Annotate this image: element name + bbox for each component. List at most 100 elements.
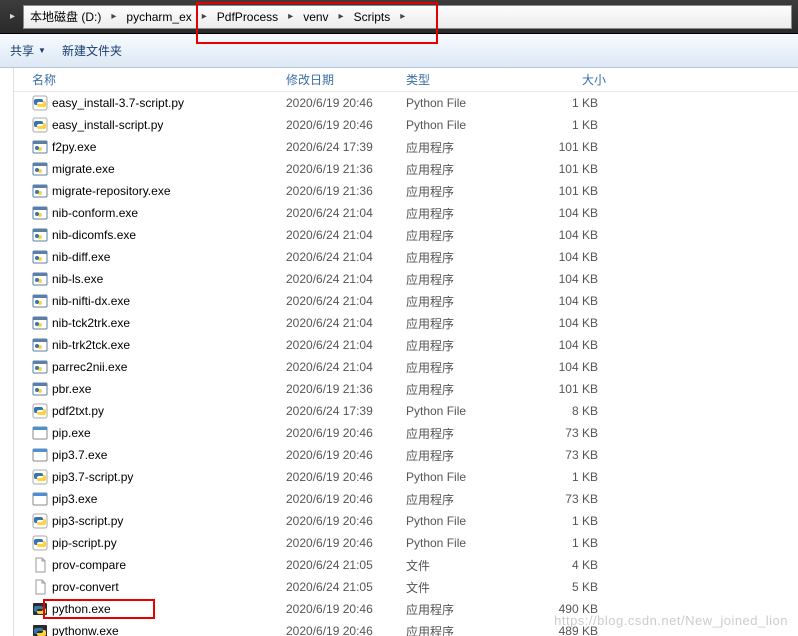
file-row[interactable]: easy_install-3.7-script.py2020/6/19 20:4… xyxy=(14,92,798,114)
pyexe-icon xyxy=(32,601,48,617)
file-row[interactable]: nib-ls.exe2020/6/24 21:04应用程序104 KB xyxy=(14,268,798,290)
file-date-cell: 2020/6/19 20:46 xyxy=(286,536,406,550)
exe-icon xyxy=(32,315,48,331)
file-name-cell: pythonw.exe xyxy=(32,623,286,636)
file-name-cell: migrate-repository.exe xyxy=(32,183,286,199)
chevron-right-icon[interactable]: ▸ xyxy=(284,11,297,22)
file-row[interactable]: pip.exe2020/6/19 20:46应用程序73 KB xyxy=(14,422,798,444)
file-row[interactable]: prov-compare2020/6/24 21:05文件4 KB xyxy=(14,554,798,576)
file-size-cell: 4 KB xyxy=(516,558,606,572)
file-name-cell: f2py.exe xyxy=(32,139,286,155)
file-row[interactable]: parrec2nii.exe2020/6/24 21:04应用程序104 KB xyxy=(14,356,798,378)
file-name-cell: nib-dicomfs.exe xyxy=(32,227,286,243)
file-size-cell: 489 KB xyxy=(516,624,606,636)
file-name-cell: nib-ls.exe xyxy=(32,271,286,287)
column-header-size[interactable]: 大小 xyxy=(516,71,606,88)
breadcrumb-item[interactable]: 本地磁盘 (D:) xyxy=(24,6,107,28)
file-list: easy_install-3.7-script.py 2020/6/19 20:4… xyxy=(14,92,798,636)
file-size-cell: 1 KB xyxy=(516,514,606,528)
breadcrumb-item[interactable]: venv xyxy=(297,6,334,28)
chevron-down-icon: ▼ xyxy=(38,46,46,55)
file-size-cell: 1 KB xyxy=(516,118,606,132)
file-date-cell: 2020/6/19 20:46 xyxy=(286,624,406,636)
file-date-cell: 2020/6/24 21:04 xyxy=(286,272,406,286)
file-type-cell: 应用程序 xyxy=(406,205,516,222)
file-row[interactable]: nib-nifti-dx.exe2020/6/24 21:04应用程序104 K… xyxy=(14,290,798,312)
file-row[interactable]: migrate-repository.exe2020/6/19 21:36应用程… xyxy=(14,180,798,202)
file-size-cell: 101 KB xyxy=(516,184,606,198)
file-type-cell: 应用程序 xyxy=(406,337,516,354)
file-row[interactable]: nib-diff.exe2020/6/24 21:04应用程序104 KB xyxy=(14,246,798,268)
file-size-cell: 73 KB xyxy=(516,492,606,506)
file-type-cell: Python File xyxy=(406,118,516,132)
breadcrumb-item[interactable]: pycharm_ex xyxy=(120,6,197,28)
file-size-cell: 73 KB xyxy=(516,448,606,462)
file-name-cell: python.exe xyxy=(32,601,286,617)
file-name-label: pip3.exe xyxy=(52,492,97,506)
exe-icon xyxy=(32,381,48,397)
file-row[interactable]: python.exe2020/6/19 20:46应用程序490 KB xyxy=(14,598,798,620)
content-area: 名称 修改日期 类型 大小 easy_install-3.7-script.py… xyxy=(0,68,798,636)
file-type-cell: Python File xyxy=(406,536,516,550)
file-row[interactable]: pip3.exe2020/6/19 20:46应用程序73 KB xyxy=(14,488,798,510)
file-name-cell: nib-tck2trk.exe xyxy=(32,315,286,331)
new-folder-button[interactable]: 新建文件夹 xyxy=(62,42,122,59)
file-type-cell: 应用程序 xyxy=(406,315,516,332)
exe-icon xyxy=(32,337,48,353)
column-header-date[interactable]: 修改日期 xyxy=(286,71,406,88)
file-row[interactable]: pip-script.py2020/6/19 20:46Python File1… xyxy=(14,532,798,554)
file-type-cell: 应用程序 xyxy=(406,183,516,200)
file-row[interactable]: nib-dicomfs.exe2020/6/24 21:04应用程序104 KB xyxy=(14,224,798,246)
breadcrumb-item[interactable]: Scripts xyxy=(348,6,397,28)
chevron-right-icon[interactable]: ▸ xyxy=(335,11,348,22)
file-row[interactable]: nib-trk2tck.exe2020/6/24 21:04应用程序104 KB xyxy=(14,334,798,356)
chevron-right-icon[interactable]: ▸ xyxy=(396,11,409,22)
file-row[interactable]: nib-tck2trk.exe2020/6/24 21:04应用程序104 KB xyxy=(14,312,798,334)
file-name-cell: prov-convert xyxy=(32,579,286,595)
file-type-cell: Python File xyxy=(406,96,516,110)
file-row[interactable]: pdf2txt.py2020/6/24 17:39Python File8 KB xyxy=(14,400,798,422)
chevron-right-icon[interactable]: ▸ xyxy=(107,11,120,22)
file-size-cell: 104 KB xyxy=(516,228,606,242)
file-row[interactable]: nib-conform.exe2020/6/24 21:04应用程序104 KB xyxy=(14,202,798,224)
file-size-cell: 104 KB xyxy=(516,338,606,352)
exe-icon xyxy=(32,183,48,199)
exe-icon xyxy=(32,205,48,221)
file-date-cell: 2020/6/19 21:36 xyxy=(286,162,406,176)
file-name-cell: easy_install-script.py xyxy=(32,117,286,133)
file-name-cell: pip3.7-script.py xyxy=(32,469,286,485)
share-button[interactable]: 共享 ▼ xyxy=(10,42,46,59)
file-type-cell: 应用程序 xyxy=(406,227,516,244)
file-row[interactable]: prov-convert2020/6/24 21:05文件5 KB xyxy=(14,576,798,598)
file-row[interactable]: easy_install-script.py2020/6/19 20:46Pyt… xyxy=(14,114,798,136)
column-header-name[interactable]: 名称 xyxy=(32,71,286,88)
file-date-cell: 2020/6/19 20:46 xyxy=(286,426,406,440)
file-name-cell: pip3-script.py xyxy=(32,513,286,529)
file-date-cell: 2020/6/24 21:04 xyxy=(286,360,406,374)
file-type-cell: 应用程序 xyxy=(406,293,516,310)
file-name-cell: nib-trk2tck.exe xyxy=(32,337,286,353)
file-date-cell: 2020/6/24 21:04 xyxy=(286,206,406,220)
file-row[interactable]: migrate.exe2020/6/19 21:36应用程序101 KB xyxy=(14,158,798,180)
file-date-cell: 2020/6/24 21:05 xyxy=(286,580,406,594)
breadcrumb-item[interactable]: PdfProcess xyxy=(211,6,284,28)
file-size-cell: 104 KB xyxy=(516,360,606,374)
file-name-cell: pbr.exe xyxy=(32,381,286,397)
file-row[interactable]: f2py.exe2020/6/24 17:39应用程序101 KB xyxy=(14,136,798,158)
file-row[interactable]: pythonw.exe2020/6/19 20:46应用程序489 KB xyxy=(14,620,798,636)
file-size-cell: 104 KB xyxy=(516,206,606,220)
chevron-right-icon[interactable]: ▸ xyxy=(198,11,211,22)
file-size-cell: 104 KB xyxy=(516,272,606,286)
breadcrumb[interactable]: 本地磁盘 (D:)▸pycharm_ex▸PdfProcess▸venv▸Scr… xyxy=(23,5,792,29)
file-row[interactable]: pbr.exe2020/6/19 21:36应用程序101 KB xyxy=(14,378,798,400)
column-header-type[interactable]: 类型 xyxy=(406,71,516,88)
file-name-cell: easy_install-3.7-script.py xyxy=(32,95,286,111)
breadcrumb-leading-arrow[interactable]: ▸ xyxy=(6,11,19,22)
window-icon xyxy=(32,491,48,507)
file-row[interactable]: pip3-script.py2020/6/19 20:46Python File… xyxy=(14,510,798,532)
file-row[interactable]: pip3.7-script.py2020/6/19 20:46Python Fi… xyxy=(14,466,798,488)
file-date-cell: 2020/6/19 20:46 xyxy=(286,492,406,506)
file-row[interactable]: pip3.7.exe2020/6/19 20:46应用程序73 KB xyxy=(14,444,798,466)
file-name-label: pip3.7-script.py xyxy=(52,470,133,484)
address-bar: ▸ 本地磁盘 (D:)▸pycharm_ex▸PdfProcess▸venv▸S… xyxy=(0,0,798,34)
